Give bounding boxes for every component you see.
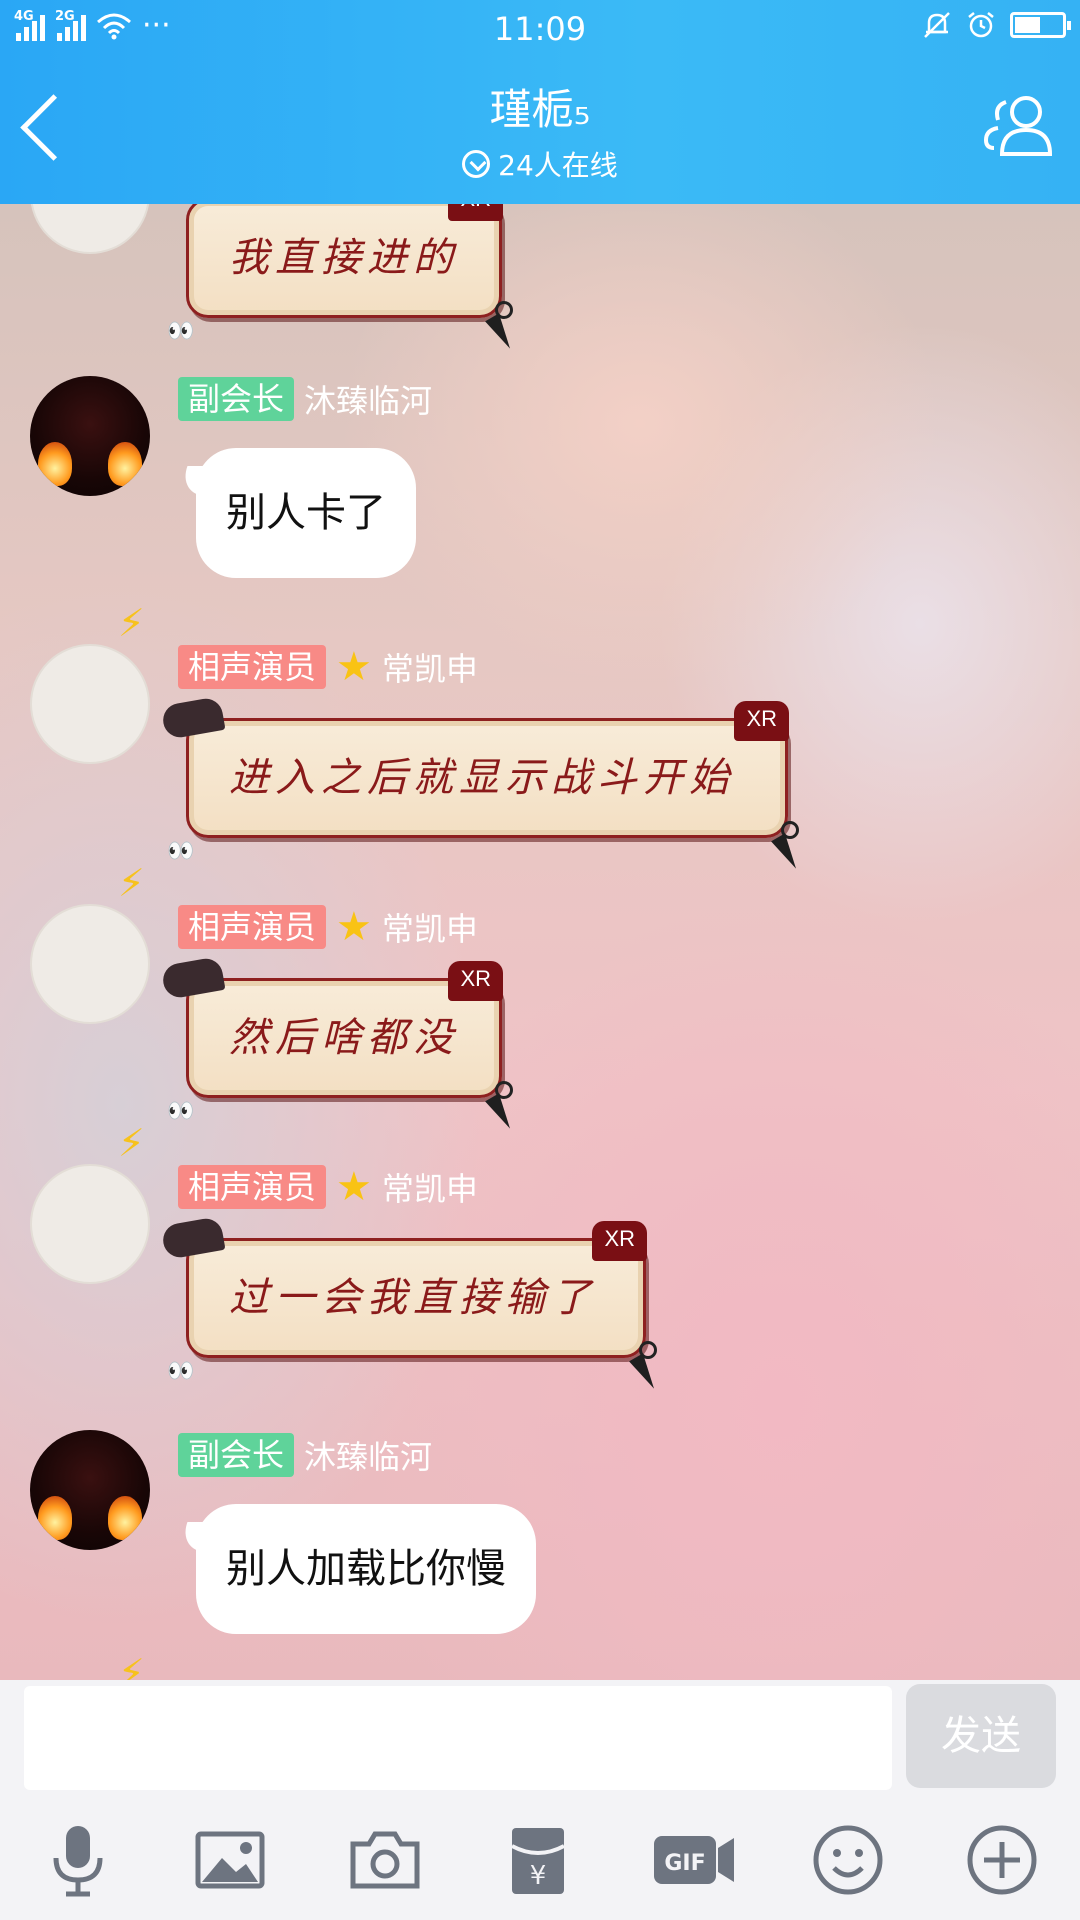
message-text: 然后啥都没 [229, 1015, 459, 1061]
status-time: 11:09 [493, 10, 587, 48]
sender-name[interactable]: 常凯申 [382, 644, 478, 690]
message-bubble[interactable]: 别人加载比你慢 [196, 1504, 536, 1634]
message-text: 我直接进的 [229, 235, 459, 281]
image-icon[interactable] [190, 1820, 270, 1900]
message-bubble[interactable]: 过一会我直接输了 XR 👀 [160, 1216, 657, 1383]
lightning-icon: ⚡ [118, 601, 145, 645]
wing-decoration [160, 1216, 226, 1260]
kunai-decoration [491, 301, 513, 355]
message-text: 进入之后就显示战斗开始 [229, 755, 735, 801]
send-button[interactable]: 发送 [906, 1684, 1056, 1788]
role-badge: 相声演员 [178, 905, 327, 949]
lightning-icon: ⚡ [118, 1121, 145, 1165]
xr-tag: XR [448, 204, 503, 221]
battery-icon [1010, 12, 1071, 38]
star-icon: ★ [336, 644, 372, 690]
message-bubble[interactable]: 别人卡了 [196, 448, 416, 578]
xr-tag: XR [592, 1221, 647, 1261]
red-packet-icon[interactable]: ¥ [498, 1820, 578, 1900]
input-bar: 发送 [0, 1680, 1080, 1790]
chat-header: 4G 2G ··· 11:09 瑾栀₅ 24人在线 [0, 0, 1080, 204]
sender-row: 相声演员 ★ 常凯申 [178, 904, 478, 950]
plus-icon[interactable] [962, 1820, 1042, 1900]
wing-decoration [160, 696, 226, 740]
sender-row: 相声演员 ★ 常凯申 [178, 644, 478, 690]
online-count[interactable]: 24人在线 [0, 144, 1080, 184]
sender-name[interactable]: 常凯申 [382, 1164, 478, 1210]
bubble-eyes-decoration: 👀 [167, 1099, 195, 1124]
kunai-decoration [635, 1341, 657, 1395]
sender-row: 副会长 沐臻临河 [178, 376, 432, 422]
message-input[interactable] [24, 1686, 892, 1790]
bubble-eyes-decoration: 👀 [167, 839, 195, 864]
wing-decoration [160, 956, 226, 1000]
avatar[interactable] [30, 1164, 150, 1284]
input-toolbar: ¥ GIF [0, 1790, 1080, 1920]
avatar[interactable] [30, 376, 150, 496]
kunai-decoration [777, 821, 799, 875]
sender-row: 副会长 沐臻临河 [178, 1432, 432, 1478]
lightning-icon: ⚡ [118, 1651, 145, 1680]
message-text: 别人加载比你慢 [226, 1546, 506, 1592]
message-text: 过一会我直接输了 [229, 1275, 597, 1321]
microphone-icon[interactable] [38, 1820, 118, 1900]
emoji-icon[interactable] [808, 1820, 888, 1900]
svg-text:GIF: GIF [664, 1851, 705, 1876]
avatar[interactable] [30, 1430, 150, 1550]
xr-tag: XR [448, 961, 503, 1001]
star-icon: ★ [336, 904, 372, 950]
xr-tag: XR [734, 701, 789, 741]
gif-icon[interactable]: GIF [652, 1820, 738, 1900]
camera-icon[interactable] [345, 1820, 425, 1900]
lightning-icon: ⚡ [118, 861, 145, 905]
mute-bell-icon [924, 12, 950, 38]
group-members-icon[interactable] [980, 90, 1058, 162]
group-title: 瑾栀₅ [489, 85, 591, 134]
role-badge: 副会长 [178, 377, 295, 421]
sender-name[interactable]: 沐臻临河 [304, 376, 432, 422]
chat-message-list[interactable]: 我直接进的 XR 👀 副会长 沐臻临河 别人卡了 ⚡ 相声演员 ★ 常凯申 进入… [0, 204, 1080, 1680]
role-badge: 相声演员 [178, 1165, 327, 1209]
chevron-down-icon [462, 150, 491, 178]
avatar[interactable] [30, 904, 150, 1024]
message-bubble[interactable]: 我直接进的 XR 👀 [167, 204, 513, 343]
message-text: 别人卡了 [226, 490, 386, 536]
avatar[interactable] [30, 204, 150, 254]
role-badge: 相声演员 [178, 645, 327, 689]
online-count-label: 24人在线 [498, 149, 618, 182]
bubble-eyes-decoration: 👀 [167, 1359, 195, 1384]
alarm-icon [968, 12, 994, 38]
status-bar: 4G 2G ··· 11:09 [0, 0, 1080, 60]
sender-row: 相声演员 ★ 常凯申 [178, 1164, 478, 1210]
avatar[interactable] [30, 644, 150, 764]
bubble-eyes-decoration: 👀 [167, 319, 195, 344]
role-badge: 副会长 [178, 1433, 295, 1477]
sender-name[interactable]: 沐臻临河 [304, 1432, 432, 1478]
kunai-decoration [491, 1081, 513, 1135]
sender-name[interactable]: 常凯申 [382, 904, 478, 950]
svg-text:¥: ¥ [530, 1861, 547, 1891]
star-icon: ★ [336, 1164, 372, 1210]
message-bubble[interactable]: 然后啥都没 XR 👀 [160, 956, 513, 1123]
message-bubble[interactable]: 进入之后就显示战斗开始 XR 👀 [160, 696, 799, 863]
